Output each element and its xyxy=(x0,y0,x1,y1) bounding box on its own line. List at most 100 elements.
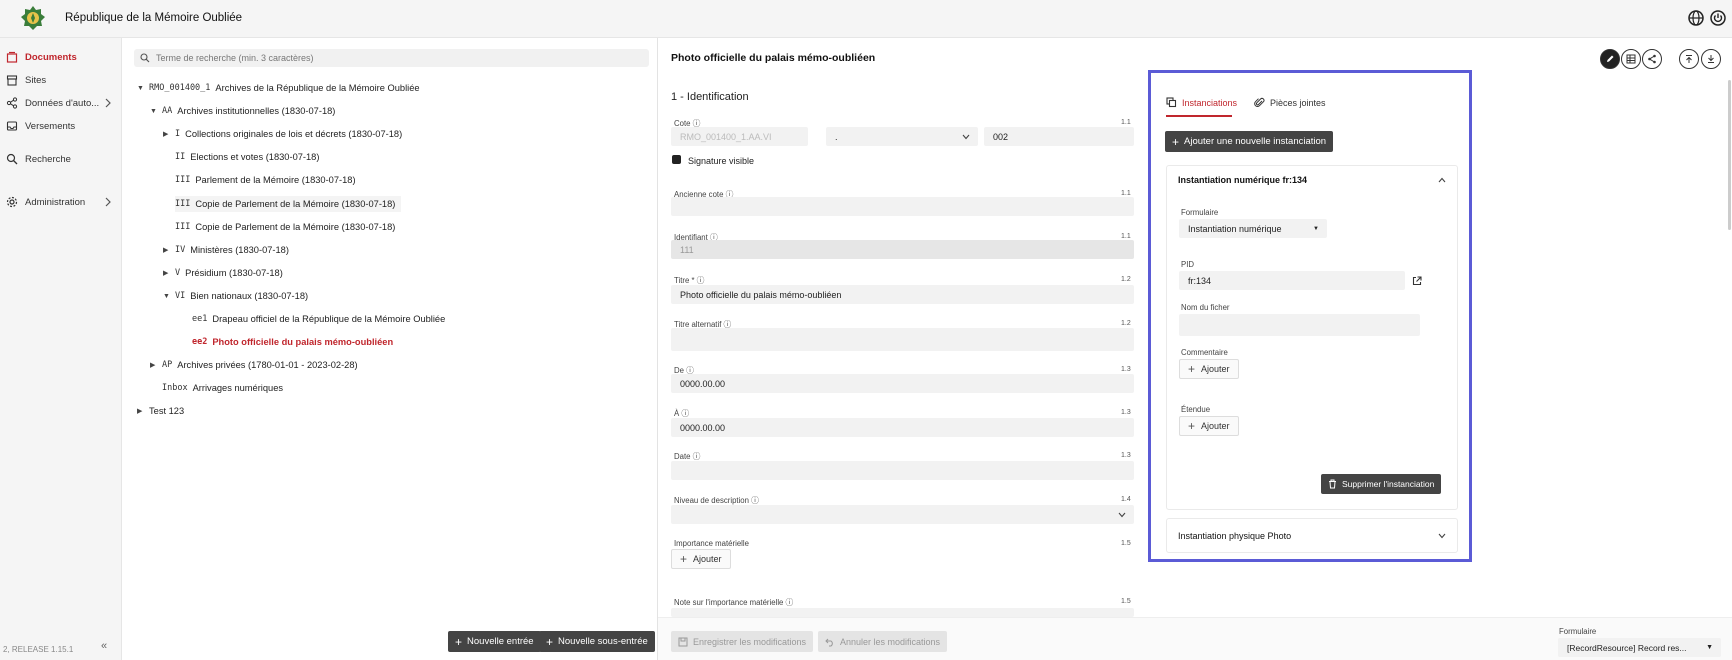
chevron-down-icon xyxy=(1118,512,1126,517)
plus-icon: + xyxy=(1188,419,1196,433)
chevron-right-icon xyxy=(105,98,111,108)
sidebar: Documents Sites Données d'auto... Versem… xyxy=(0,38,122,660)
sidebar-item-versements[interactable]: Versements xyxy=(6,117,75,135)
tab-pieces-jointes[interactable]: Pièces jointes xyxy=(1254,97,1326,108)
signature-checkbox[interactable] xyxy=(672,155,681,164)
tree-search-input[interactable]: Terme de recherche (min. 3 caractères) xyxy=(134,49,649,67)
trash-icon xyxy=(1329,479,1336,489)
tree-row[interactable]: ▶ Test 123 xyxy=(137,403,184,419)
instanciation-card-collapsed[interactable]: Instantiation physique Photo xyxy=(1166,518,1458,553)
instanciation-title: Instantiation physique Photo xyxy=(1178,531,1292,541)
chevron-up-icon[interactable] xyxy=(1438,177,1446,183)
plus-icon: + xyxy=(455,634,463,649)
cote-input[interactable]: RMO_001400_1.AA.VI xyxy=(671,127,808,146)
tree-row[interactable]: ee1 Drapeau officiel de la République de … xyxy=(192,311,445,327)
cancel-button[interactable]: Annuler les modifications xyxy=(818,631,948,652)
caret-right-icon[interactable]: ▶ xyxy=(163,246,175,254)
commentaire-add-button[interactable]: + Ajouter xyxy=(1179,359,1239,379)
date-input[interactable] xyxy=(671,461,1134,480)
search-icon xyxy=(140,53,150,63)
chevron-down-icon[interactable] xyxy=(1438,533,1446,539)
save-button[interactable]: Enregistrer les modifications xyxy=(671,631,814,652)
tree-row[interactable]: ▼ VI Bien nationaux (1830-07-18) xyxy=(163,288,308,304)
importance-add-button[interactable]: + Ajouter xyxy=(671,549,731,569)
tree-row-selected[interactable]: ee2 Photo officielle du palais mémo-oubli… xyxy=(192,334,393,350)
de-input[interactable]: 0000.00.00 xyxy=(671,374,1134,393)
share-button[interactable] xyxy=(1642,49,1662,69)
power-icon[interactable] xyxy=(1709,9,1727,27)
tree-row[interactable]: III Parlement de la Mémoire (1830-07-18) xyxy=(175,172,356,188)
pid-label: PID xyxy=(1181,260,1194,269)
cote-suffix-input[interactable]: 002 xyxy=(984,127,1134,146)
edit-button[interactable] xyxy=(1600,49,1620,69)
caret-right-icon[interactable]: ▶ xyxy=(163,269,175,277)
scroll-bottom-button[interactable] xyxy=(1701,49,1721,69)
identifiant-input: 111 xyxy=(671,240,1134,259)
tree-row[interactable]: ▼ RMO_001400_1 Archives de la République d… xyxy=(137,80,420,96)
tab-instanciations[interactable]: Instanciations xyxy=(1166,97,1237,108)
globe-icon[interactable] xyxy=(1687,9,1705,27)
caret-right-icon[interactable]: ▶ xyxy=(150,361,162,369)
nom-fichier-input[interactable] xyxy=(1179,314,1420,336)
paperclip-icon xyxy=(1254,97,1265,108)
tree-row[interactable]: II Elections et votes (1830-07-18) xyxy=(175,149,319,165)
sidebar-item-documents[interactable]: Documents xyxy=(6,48,77,66)
add-instanciation-button[interactable]: + Ajouter une nouvelle instanciation xyxy=(1165,131,1334,152)
instanciation-title[interactable]: Instantiation numérique fr:134 xyxy=(1178,175,1307,185)
tree-row[interactable]: Inbox Arrivages numériques xyxy=(162,380,283,396)
form-footer: Enregistrer les modifications Annuler le… xyxy=(658,617,1732,660)
form-scrollbar[interactable] xyxy=(1728,80,1731,230)
cote-separator-select[interactable]: . xyxy=(826,127,978,146)
commentaire-label: Commentaire xyxy=(1181,348,1228,357)
sidebar-item-recherche[interactable]: Recherche xyxy=(6,150,71,168)
share-icon xyxy=(1648,54,1656,64)
collapse-sidebar-button[interactable]: « xyxy=(101,640,107,652)
tree-row[interactable]: ▶ AP Archives privées (1780-01-01 - 2023-0… xyxy=(150,357,358,373)
external-link-icon[interactable] xyxy=(1412,276,1422,286)
caret-down-icon[interactable]: ▼ xyxy=(163,293,175,300)
plus-icon: + xyxy=(1172,134,1180,149)
plus-icon: + xyxy=(680,552,688,566)
sidebar-item-sites[interactable]: Sites xyxy=(6,71,46,89)
sidebar-item-label: Données d'auto... xyxy=(25,97,100,109)
delete-instanciation-button[interactable]: Supprimer l'instanciation xyxy=(1321,474,1442,494)
sidebar-item-label: Documents xyxy=(25,51,77,63)
tree-row[interactable]: ▼ AA Archives institutionnelles (1830-07-1… xyxy=(150,103,335,119)
inst-formulaire-select[interactable]: Instantiation numérique ▼ xyxy=(1179,219,1327,238)
app-title: République de la Mémoire Oubliée xyxy=(65,12,243,24)
release-label: 2, RELEASE 1.15.1 xyxy=(3,645,74,654)
caret-down-icon[interactable]: ▼ xyxy=(137,85,149,92)
sidebar-item-donnees[interactable]: Données d'auto... xyxy=(6,94,111,112)
new-subentry-button[interactable]: + Nouvelle sous-entrée xyxy=(539,631,655,652)
pid-input[interactable]: fr:134 xyxy=(1179,271,1405,290)
tree-row[interactable]: ▶ IV Ministères (1830-07-18) xyxy=(163,242,289,258)
tree-row[interactable]: ▶ I Collections originales de lois et décr… xyxy=(163,126,402,142)
app-logo[interactable] xyxy=(20,5,46,31)
a-input[interactable]: 0000.00.00 xyxy=(671,418,1134,437)
table-view-button[interactable] xyxy=(1621,49,1641,69)
ancienne-cote-input[interactable] xyxy=(671,197,1134,216)
titre-input[interactable]: Photo officielle du palais mémo-oubliéen xyxy=(671,285,1134,304)
instanciation-card: Instantiation numérique fr:134 Formulair… xyxy=(1166,165,1458,510)
record-title: Photo officielle du palais mémo-oubliéen xyxy=(671,52,876,64)
section-title: 1 - Identification xyxy=(671,91,749,103)
field-number: 1.1 xyxy=(1121,119,1131,126)
caret-down-icon[interactable]: ▼ xyxy=(150,108,162,115)
note-importance-input[interactable] xyxy=(671,608,1134,617)
inbox-icon xyxy=(6,121,18,131)
caret-right-icon[interactable]: ▶ xyxy=(163,130,175,138)
niveau-select[interactable] xyxy=(671,505,1134,524)
chevron-right-icon xyxy=(105,197,111,207)
scroll-top-button[interactable] xyxy=(1679,49,1699,69)
new-entry-button[interactable]: + Nouvelle entrée xyxy=(448,631,541,652)
sidebar-item-label: Versements xyxy=(25,120,76,132)
etendue-add-button[interactable]: + Ajouter xyxy=(1179,416,1239,436)
tree-row[interactable]: III Copie de Parlement de la Mémoire (183… xyxy=(175,219,395,235)
sidebar-item-administration[interactable]: Administration xyxy=(6,193,111,211)
caret-right-icon[interactable]: ▶ xyxy=(137,407,149,415)
titre-alt-textarea[interactable] xyxy=(671,328,1134,351)
documents-icon xyxy=(6,51,18,63)
formulaire-select[interactable]: [RecordResource] Record res... ▼ xyxy=(1558,638,1721,657)
tree-row[interactable]: III Copie de Parlement de la Mémoire (183… xyxy=(175,196,402,212)
tree-row[interactable]: ▶ V Présidium (1830-07-18) xyxy=(163,265,283,281)
